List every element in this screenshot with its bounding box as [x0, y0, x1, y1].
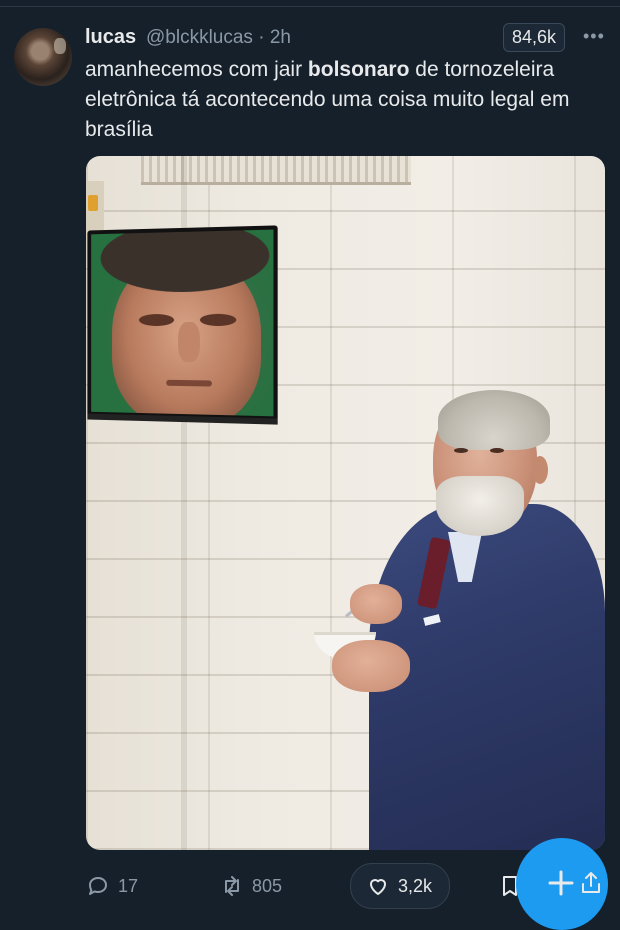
reply-button[interactable]: 17	[86, 872, 138, 900]
wall-tv	[87, 225, 278, 425]
retweet-button[interactable]: 805	[220, 872, 282, 900]
retweet-icon	[225, 876, 239, 896]
display-name[interactable]: lucas	[85, 26, 136, 49]
plus-icon	[548, 870, 574, 896]
heart-icon	[370, 879, 386, 895]
like-button[interactable]: 3,2k	[366, 872, 432, 900]
tv-screen-face	[91, 229, 274, 417]
hand	[332, 640, 410, 692]
top-divider	[0, 6, 620, 7]
avatar[interactable]	[14, 28, 72, 86]
beard	[436, 476, 524, 536]
tweet-photo[interactable]	[86, 156, 605, 850]
retweet-count: 805	[252, 875, 283, 896]
more-options-icon[interactable]: •••	[583, 26, 605, 47]
reply-count: 17	[118, 875, 139, 896]
bold-mention: bolsonaro	[307, 58, 410, 81]
tweet-text: amanhecemos com jair bolsonaro de tornoz…	[85, 58, 570, 141]
handle-and-time[interactable]: @blckklucas · 2h	[146, 27, 291, 49]
reply-icon	[89, 877, 107, 895]
share-icon[interactable]	[580, 870, 602, 896]
views-count[interactable]: 84,6k	[503, 23, 566, 52]
hand	[350, 584, 402, 624]
like-count: 3,2k	[398, 875, 433, 896]
